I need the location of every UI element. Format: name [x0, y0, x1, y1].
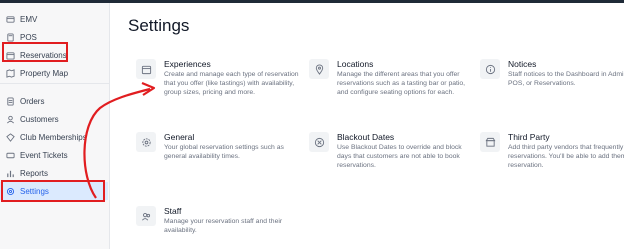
card-description: Add third party vendors that frequently … — [508, 144, 624, 169]
card-icon — [6, 15, 15, 24]
card-description: Your global reservation settings such as… — [164, 144, 284, 160]
staff-icon — [136, 206, 156, 226]
card-title: Locations — [337, 59, 374, 69]
card-description: Manage the different areas that you offe… — [337, 71, 466, 96]
gear-icon — [136, 132, 156, 152]
pos-icon — [6, 32, 15, 42]
sidebar: EMV POS Reservations Property Map Orders… — [0, 3, 110, 249]
map-icon — [6, 68, 15, 78]
sidebar-item-event-tickets[interactable]: Event Tickets — [0, 146, 108, 164]
sidebar-item-club-memberships[interactable]: Club Memberships — [0, 128, 108, 146]
sidebar-item-label: POS — [20, 32, 37, 42]
reservations-icon — [6, 51, 15, 60]
reports-icon — [6, 169, 15, 178]
sidebar-item-label: Event Tickets — [20, 150, 68, 160]
sidebar-item-label: Club Memberships — [20, 132, 87, 142]
sidebar-item-label: Reports — [20, 168, 49, 178]
sidebar-item-label: Customers — [20, 114, 59, 124]
card-description: Staff notices to the Dashboard in Admin,… — [508, 71, 624, 87]
calendar-icon — [136, 59, 156, 79]
ticket-icon — [6, 151, 15, 160]
card-title: Experiences — [164, 59, 211, 69]
card-description: Manage your reservation staff and their … — [164, 218, 283, 234]
card-description: Use Blackout Dates to override and block… — [337, 144, 462, 169]
gear-icon — [6, 187, 15, 196]
sidebar-item-label: Orders — [20, 96, 45, 106]
sidebar-item-reports[interactable]: Reports — [0, 164, 108, 182]
orders-icon — [6, 96, 15, 106]
sidebar-item-property-map[interactable]: Property Map — [0, 64, 108, 82]
sidebar-item-settings[interactable]: Settings — [0, 182, 108, 200]
card-title: Blackout Dates — [337, 132, 395, 142]
club-icon — [6, 132, 15, 142]
sidebar-divider — [0, 83, 110, 84]
sidebar-item-emv[interactable]: EMV — [0, 10, 108, 28]
customers-icon — [6, 115, 15, 124]
sidebar-item-orders[interactable]: Orders — [0, 92, 108, 110]
blocked-icon — [309, 132, 329, 152]
card-title: Staff — [164, 206, 182, 216]
store-icon — [480, 132, 500, 152]
sidebar-item-label: Property Map — [20, 68, 69, 78]
card-title: General — [164, 132, 195, 142]
card-title: Third Party — [508, 132, 550, 142]
sidebar-item-label: Reservations — [20, 50, 67, 60]
sidebar-item-reservations[interactable]: Reservations — [0, 46, 108, 64]
sidebar-item-label: EMV — [20, 14, 38, 24]
info-icon — [480, 59, 500, 79]
location-pin-icon — [309, 59, 329, 79]
sidebar-item-customers[interactable]: Customers — [0, 110, 108, 128]
sidebar-item-label: Settings — [20, 186, 49, 196]
sidebar-item-pos[interactable]: POS — [0, 28, 108, 46]
page-title: Settings — [128, 16, 190, 35]
card-title: Notices — [508, 59, 537, 69]
card-description: Create and manage each type of reservati… — [164, 71, 299, 96]
